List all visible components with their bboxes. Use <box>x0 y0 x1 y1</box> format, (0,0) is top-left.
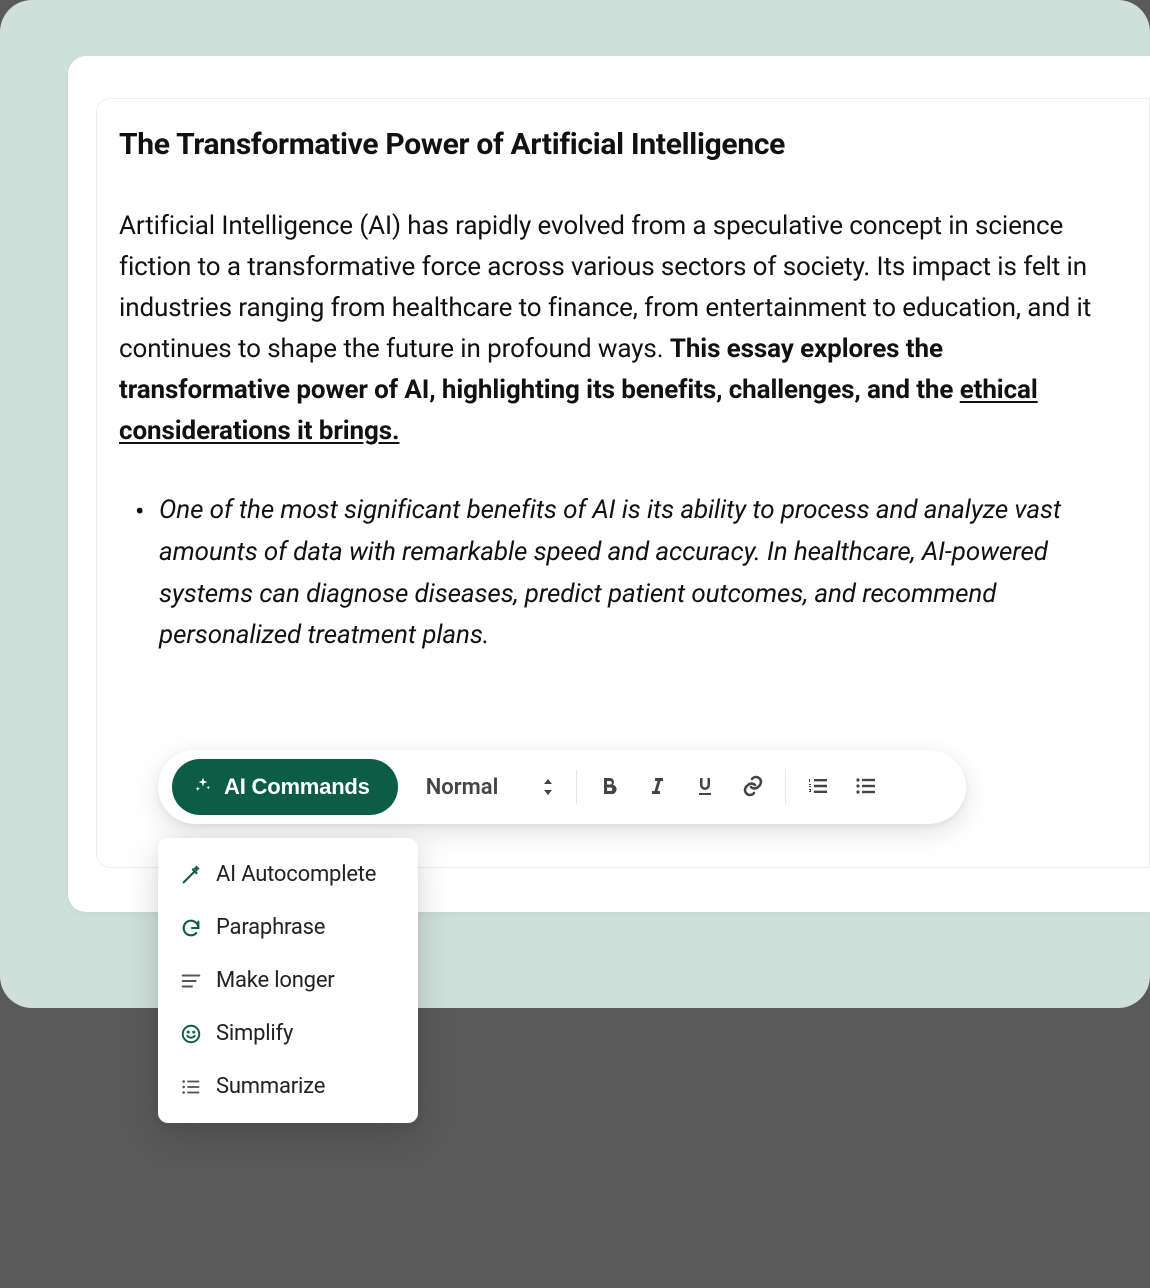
wand-icon <box>180 864 202 886</box>
list-icon <box>180 1076 202 1098</box>
toolbar-divider <box>785 770 786 804</box>
background-panel: The Transformative Power of Artificial I… <box>0 0 1150 1008</box>
menu-item-label: Paraphrase <box>216 915 325 940</box>
format-group <box>585 763 777 811</box>
bold-button[interactable] <box>585 763 633 811</box>
sparkle-icon <box>194 774 212 800</box>
bold-icon <box>597 774 621 801</box>
list-group <box>794 763 890 811</box>
document-paragraph: Artificial Intelligence (AI) has rapidly… <box>119 206 1109 452</box>
paragraph-text-plain: Artificial Intelligence (AI) has rapidly… <box>119 211 1091 364</box>
underline-button[interactable] <box>681 763 729 811</box>
select-arrows-icon <box>542 778 554 796</box>
editor-toolbar: AI Commands Normal <box>158 750 966 824</box>
menu-item-label: Summarize <box>216 1074 325 1099</box>
menu-item-summarize[interactable]: Summarize <box>158 1060 418 1113</box>
unordered-list-icon <box>854 774 878 801</box>
unordered-list-button[interactable] <box>842 763 890 811</box>
menu-item-label: Simplify <box>216 1021 293 1046</box>
menu-item-paraphrase[interactable]: Paraphrase <box>158 901 418 954</box>
link-button[interactable] <box>729 763 777 811</box>
smile-icon <box>180 1023 202 1045</box>
toolbar-divider <box>576 770 577 804</box>
italic-button[interactable] <box>633 763 681 811</box>
menu-item-label: Make longer <box>216 968 335 993</box>
link-icon <box>741 774 765 801</box>
italic-icon <box>645 774 669 801</box>
ai-commands-label: AI Commands <box>224 774 370 800</box>
bullet-item: One of the most significant benefits of … <box>159 490 1109 656</box>
ai-commands-button[interactable]: AI Commands <box>172 759 398 815</box>
ordered-list-button[interactable] <box>794 763 842 811</box>
menu-item-label: AI Autocomplete <box>216 862 376 887</box>
underline-icon <box>693 774 717 801</box>
refresh-icon <box>180 917 202 939</box>
text-style-select[interactable]: Normal <box>406 767 569 807</box>
bullet-list: One of the most significant benefits of … <box>119 490 1109 656</box>
menu-item-make-longer[interactable]: Make longer <box>158 954 418 1007</box>
ai-commands-menu: AI Autocomplete Paraphrase Make longer S… <box>158 838 418 1123</box>
lines-icon <box>180 970 202 992</box>
ordered-list-icon <box>806 774 830 801</box>
menu-item-ai-autocomplete[interactable]: AI Autocomplete <box>158 848 418 901</box>
text-style-label: Normal <box>426 775 499 800</box>
menu-item-simplify[interactable]: Simplify <box>158 1007 418 1060</box>
document-title: The Transformative Power of Artificial I… <box>119 127 1109 162</box>
